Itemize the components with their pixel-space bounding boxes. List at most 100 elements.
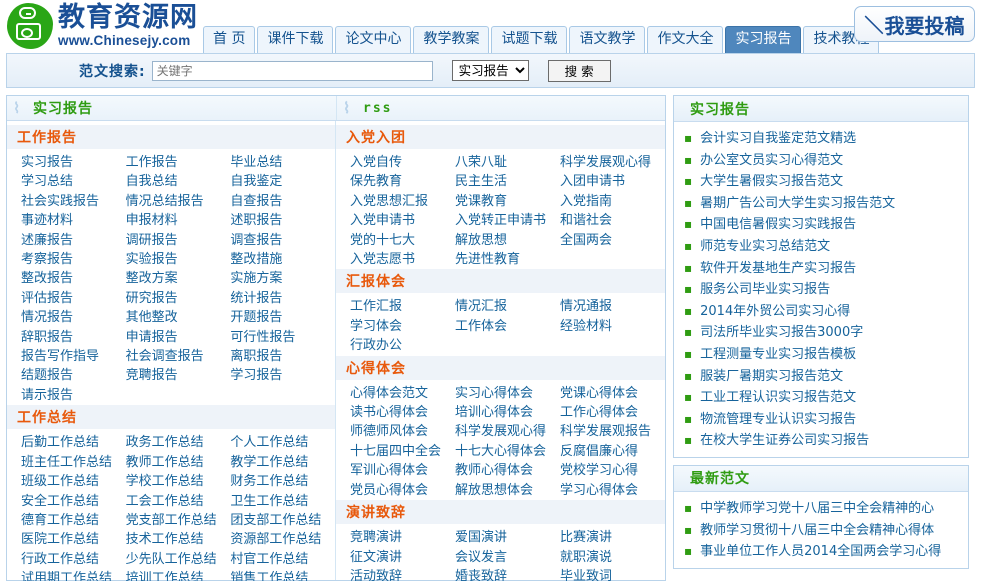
list-item[interactable]: ▪ 工程测量专业实习报告模板 (674, 344, 968, 366)
list-item[interactable]: ▪ 物流管理专业认识实习报告 (674, 409, 968, 431)
category-link[interactable]: 民主生活 (455, 172, 560, 191)
sidebar-link[interactable]: 工业工程认识实习报告范文 (700, 387, 856, 409)
list-item[interactable]: ▪ 在校大学生证券公司实习报告 (674, 430, 968, 452)
category-link[interactable]: 医院工作总结 (21, 530, 126, 549)
category-link[interactable]: 征文演讲 (350, 548, 455, 567)
category-link[interactable]: 行政办公 (350, 336, 455, 355)
category-link[interactable]: 少先队工作总结 (126, 550, 231, 569)
nav-tab-exam-downloads[interactable]: 试题下载 (491, 26, 568, 53)
category-link[interactable]: 学习体会 (350, 317, 455, 336)
search-category-select[interactable]: 实习报告 (451, 60, 529, 81)
category-link[interactable]: 爱国演讲 (455, 528, 560, 547)
nav-tab-chinese-teaching[interactable]: 语文教学 (569, 26, 646, 53)
list-item[interactable]: ▪ 2014年外贸公司实习心得 (674, 301, 968, 323)
category-link[interactable]: 调研报告 (126, 231, 231, 250)
category-link[interactable]: 教师心得体会 (455, 461, 560, 480)
category-link[interactable]: 竞聘演讲 (350, 528, 455, 547)
category-link[interactable]: 党课心得体会 (560, 384, 665, 403)
category-link[interactable]: 入党思想汇报 (350, 192, 455, 211)
category-link[interactable]: 自查报告 (230, 192, 335, 211)
category-link[interactable]: 实施方案 (230, 269, 335, 288)
category-link[interactable]: 十七届四中全会 (350, 442, 455, 461)
category-link[interactable]: 申请报告 (126, 328, 231, 347)
category-link[interactable]: 教师工作总结 (126, 453, 231, 472)
category-link[interactable]: 工作汇报 (350, 297, 455, 316)
sidebar-link[interactable]: 教师学习贯彻十八届三中全会精神心得体 (700, 520, 934, 542)
category-link[interactable]: 资源部工作总结 (230, 530, 335, 549)
category-link[interactable]: 党员心得体会 (350, 481, 455, 500)
category-link[interactable]: 活动致辞 (350, 567, 455, 581)
category-link[interactable]: 党校学习心得 (560, 461, 665, 480)
sidebar-link[interactable]: 在校大学生证券公司实习报告 (700, 430, 869, 452)
category-link[interactable]: 党课教育 (455, 192, 560, 211)
category-link[interactable]: 申报材料 (126, 211, 231, 230)
list-item[interactable]: ▪ 中学教师学习党十八届三中全会精神的心 (674, 498, 968, 520)
list-item[interactable]: ▪ 服装厂暑期实习报告范文 (674, 366, 968, 388)
category-link[interactable]: 述职报告 (230, 211, 335, 230)
list-item[interactable]: ▪ 软件开发基地生产实习报告 (674, 258, 968, 280)
sidebar-link[interactable]: 中国电信暑假实习实践报告 (700, 214, 856, 236)
search-button[interactable]: 搜 索 (547, 59, 611, 82)
list-item[interactable]: ▪ 教师学习贯彻十八届三中全会精神心得体 (674, 520, 968, 542)
category-link[interactable]: 团支部工作总结 (230, 511, 335, 530)
category-link[interactable]: 工会工作总结 (126, 492, 231, 511)
category-link[interactable]: 竞聘报告 (126, 366, 231, 385)
category-link[interactable]: 述廉报告 (21, 231, 126, 250)
category-link[interactable]: 报告写作指导 (21, 347, 126, 366)
category-link[interactable]: 村官工作总结 (230, 550, 335, 569)
category-link[interactable]: 入党指南 (560, 192, 665, 211)
nav-tab-courseware[interactable]: 课件下载 (257, 26, 334, 53)
category-link[interactable]: 毕业总结 (230, 153, 335, 172)
category-link[interactable]: 情况通报 (560, 297, 665, 316)
submit-article-button[interactable]: ＼ 我要投稿 (854, 6, 975, 42)
category-link[interactable]: 党支部工作总结 (126, 511, 231, 530)
category-link[interactable]: 整改报告 (21, 269, 126, 288)
category-link[interactable]: 离职报告 (230, 347, 335, 366)
category-link[interactable]: 统计报告 (230, 289, 335, 308)
category-link[interactable]: 财务工作总结 (230, 472, 335, 491)
category-link[interactable]: 反腐倡廉心得 (560, 442, 665, 461)
site-logo[interactable]: 教育资源网 www.Chinesejy.com (6, 2, 198, 50)
category-link[interactable]: 德育工作总结 (21, 511, 126, 530)
category-link[interactable]: 情况报告 (21, 308, 126, 327)
list-item[interactable]: ▪ 工业工程认识实习报告范文 (674, 387, 968, 409)
search-input[interactable] (151, 60, 433, 81)
sidebar-link[interactable]: 中学教师学习党十八届三中全会精神的心 (700, 498, 934, 520)
category-link[interactable]: 自我鉴定 (230, 172, 335, 191)
category-link[interactable]: 工作报告 (126, 153, 231, 172)
category-link[interactable]: 学校工作总结 (126, 472, 231, 491)
category-link[interactable]: 开题报告 (230, 308, 335, 327)
category-link[interactable]: 评估报告 (21, 289, 126, 308)
sidebar-link[interactable]: 软件开发基地生产实习报告 (700, 258, 856, 280)
category-link[interactable]: 工作心得体会 (560, 403, 665, 422)
list-item[interactable]: ▪ 办公室文员实习心得范文 (674, 150, 968, 172)
category-link[interactable]: 社会调查报告 (126, 347, 231, 366)
category-link[interactable]: 自我总结 (126, 172, 231, 191)
category-link[interactable]: 入团申请书 (560, 172, 665, 191)
category-link[interactable]: 科学发展观心得 (455, 422, 560, 441)
category-link[interactable]: 军训心得体会 (350, 461, 455, 480)
category-link[interactable]: 个人工作总结 (230, 433, 335, 452)
nav-tab-lesson-plans[interactable]: 教学教案 (413, 26, 490, 53)
category-link[interactable]: 整改方案 (126, 269, 231, 288)
category-link[interactable]: 经验材料 (560, 317, 665, 336)
category-link[interactable]: 可行性报告 (230, 328, 335, 347)
list-item[interactable]: ▪ 事业单位工作人员2014全国两会学习心得 (674, 541, 968, 563)
category-link[interactable]: 师德师风体会 (350, 422, 455, 441)
category-link[interactable]: 卫生工作总结 (230, 492, 335, 511)
category-link[interactable]: 学习报告 (230, 366, 335, 385)
category-link[interactable]: 八荣八耻 (455, 153, 560, 172)
category-link[interactable]: 入党志愿书 (350, 250, 455, 269)
category-link[interactable]: 保先教育 (350, 172, 455, 191)
category-link[interactable]: 实验报告 (126, 250, 231, 269)
category-link[interactable]: 安全工作总结 (21, 492, 126, 511)
category-link[interactable]: 整改措施 (230, 250, 335, 269)
nav-tab-home[interactable]: 首 页 (203, 26, 256, 53)
sidebar-link[interactable]: 2014年外贸公司实习心得 (700, 301, 850, 323)
nav-tab-essays[interactable]: 作文大全 (647, 26, 724, 53)
category-link[interactable]: 科学发展观报告 (560, 422, 665, 441)
category-link[interactable]: 试用期工作总结 (21, 569, 126, 581)
category-link[interactable]: 实习报告 (21, 153, 126, 172)
category-link[interactable]: 培训工作总结 (126, 569, 231, 581)
nav-tab-internship-report[interactable]: 实习报告 (725, 26, 802, 53)
